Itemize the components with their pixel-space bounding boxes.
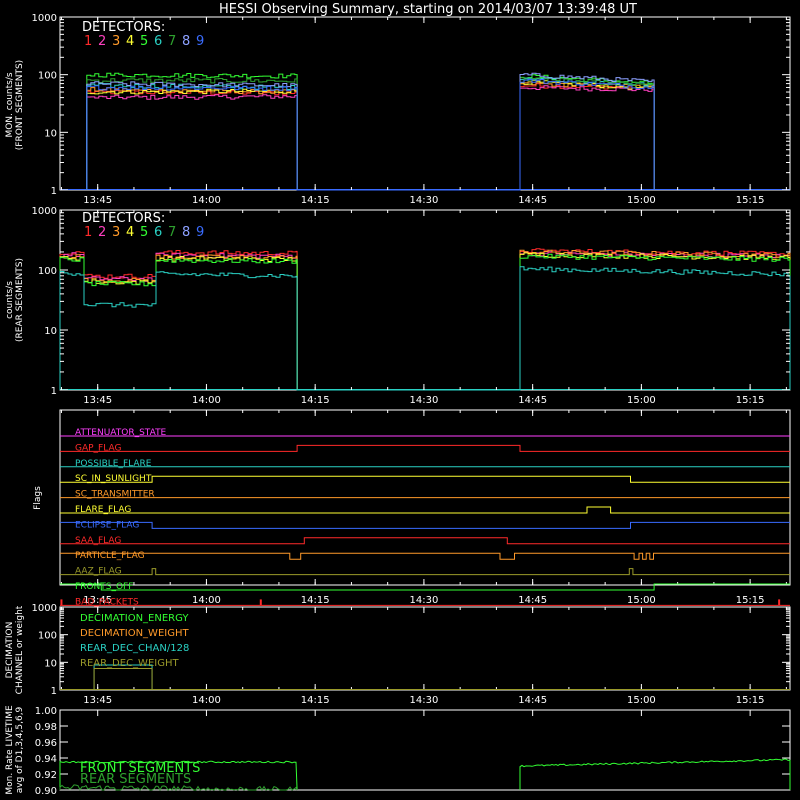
front-x-tick-label: 15:15 xyxy=(736,195,765,206)
rear-detector-number: 4 xyxy=(126,225,134,240)
decimation-x-tick-label: 15:00 xyxy=(627,695,656,706)
rear-x-tick-label: 14:45 xyxy=(518,395,547,406)
front-y-tick-label: 10 xyxy=(44,128,57,139)
front-y-tick-label: 1000 xyxy=(32,13,57,24)
front-detectors-label: DETECTORS: xyxy=(82,20,165,35)
front-detector-number: 1 xyxy=(84,34,92,49)
livetime-y-tick-label: 0.92 xyxy=(35,770,57,781)
livetime-y-tick-label: 0.90 xyxy=(35,786,57,797)
front-detector-number: 3 xyxy=(112,34,120,49)
decimation-y-label: CHANNEL or weight xyxy=(15,605,25,694)
rear-detector-number: 1 xyxy=(84,225,92,240)
front-detector-number: 8 xyxy=(182,34,190,49)
decimation-x-tick-label: 14:30 xyxy=(409,695,438,706)
rear-detector-number: 5 xyxy=(140,225,148,240)
rear-x-tick-label: 14:15 xyxy=(301,395,330,406)
rear-detector-number: 8 xyxy=(182,225,190,240)
rear-y-tick-label: 100 xyxy=(38,266,57,277)
front-x-tick-label: 13:45 xyxy=(83,195,112,206)
rear-x-tick-label: 15:00 xyxy=(627,395,656,406)
front-detector-number: 7 xyxy=(168,34,176,49)
front-x-tick-label: 15:00 xyxy=(627,195,656,206)
rear-detector-number: 2 xyxy=(98,225,106,240)
front-x-tick-label: 14:15 xyxy=(301,195,330,206)
rear-detectors-label: DETECTORS: xyxy=(82,211,165,226)
hessi-summary-figure: HESSI Observing Summary, starting on 201… xyxy=(0,0,800,800)
decimation-y-tick-label: 100 xyxy=(38,631,57,642)
decimation-y-label: DECIMATION xyxy=(5,622,15,679)
front-y-tick-label: 100 xyxy=(38,71,57,82)
front-detector-number: 9 xyxy=(196,34,204,49)
livetime-y-tick-label: 1.00 xyxy=(35,706,57,717)
rear-x-tick-label: 15:15 xyxy=(736,395,765,406)
front-detector-number: 6 xyxy=(154,34,162,49)
front-x-tick-label: 14:00 xyxy=(192,195,221,206)
rear-y-label: counts/s xyxy=(5,281,15,319)
rear-x-tick-label: 14:30 xyxy=(409,395,438,406)
rear-detector-number: 6 xyxy=(154,225,162,240)
livetime-y-tick-label: 0.96 xyxy=(35,738,57,749)
front-detector-number: 5 xyxy=(140,34,148,49)
decimation-y-tick-label: 10 xyxy=(44,658,57,669)
front-detector-number: 2 xyxy=(98,34,106,49)
front-x-tick-label: 14:45 xyxy=(518,195,547,206)
flags-x-tick-label: 15:00 xyxy=(627,595,656,606)
decimation-x-tick-label: 14:15 xyxy=(301,695,330,706)
rear-x-tick-label: 14:00 xyxy=(192,395,221,406)
livetime-y-tick-label: 0.94 xyxy=(35,754,57,765)
decimation-legend-entry: DECIMATION_ENERGY xyxy=(80,613,189,624)
livetime-y-label: Mon. Rate LIVETIME xyxy=(5,705,15,795)
rear-y-label: (REAR SEGMENTS) xyxy=(15,258,25,342)
background xyxy=(0,0,800,800)
flags-x-tick-label: 14:45 xyxy=(518,595,547,606)
livetime-legend-entry: REAR SEGMENTS xyxy=(80,772,191,787)
front-y-tick-label: 1 xyxy=(51,186,57,197)
flags-y-label: Flags xyxy=(33,486,43,510)
rear-y-tick-label: 1 xyxy=(51,386,57,397)
flags-x-tick-label: 14:15 xyxy=(301,595,330,606)
decimation-legend-entry: REAR_DEC_CHAN/128 xyxy=(80,643,189,654)
decimation-legend-entry: DECIMATION_WEIGHT xyxy=(80,628,189,639)
figure-title: HESSI Observing Summary, starting on 201… xyxy=(219,2,637,17)
flags-x-tick-label: 14:30 xyxy=(409,595,438,606)
rear-x-tick-label: 13:45 xyxy=(83,395,112,406)
decimation-y-tick-label: 1 xyxy=(51,686,57,697)
decimation-legend-entry: REAR_DEC_WEIGHT xyxy=(80,658,179,669)
front-y-label: MON. counts/s xyxy=(5,72,15,137)
livetime-y-label: avg of D1,3,4,5,6,9 xyxy=(15,706,25,793)
rear-y-tick-label: 1000 xyxy=(32,206,57,217)
rear-detector-number: 9 xyxy=(196,225,204,240)
front-x-tick-label: 14:30 xyxy=(409,195,438,206)
decimation-x-tick-label: 15:15 xyxy=(736,695,765,706)
rear-detector-number: 3 xyxy=(112,225,120,240)
flags-x-tick-label: 14:00 xyxy=(192,595,221,606)
decimation-x-tick-label: 13:45 xyxy=(83,695,112,706)
decimation-x-tick-label: 14:00 xyxy=(192,695,221,706)
rear-y-tick-label: 10 xyxy=(44,326,57,337)
livetime-y-tick-label: 0.98 xyxy=(35,722,57,733)
front-detector-number: 4 xyxy=(126,34,134,49)
decimation-y-tick-label: 1000 xyxy=(32,603,57,614)
decimation-x-tick-label: 14:45 xyxy=(518,695,547,706)
flags-x-tick-label: 15:15 xyxy=(736,595,765,606)
rear-detector-number: 7 xyxy=(168,225,176,240)
front-y-label: (FRONT SEGMENTS) xyxy=(15,60,25,150)
